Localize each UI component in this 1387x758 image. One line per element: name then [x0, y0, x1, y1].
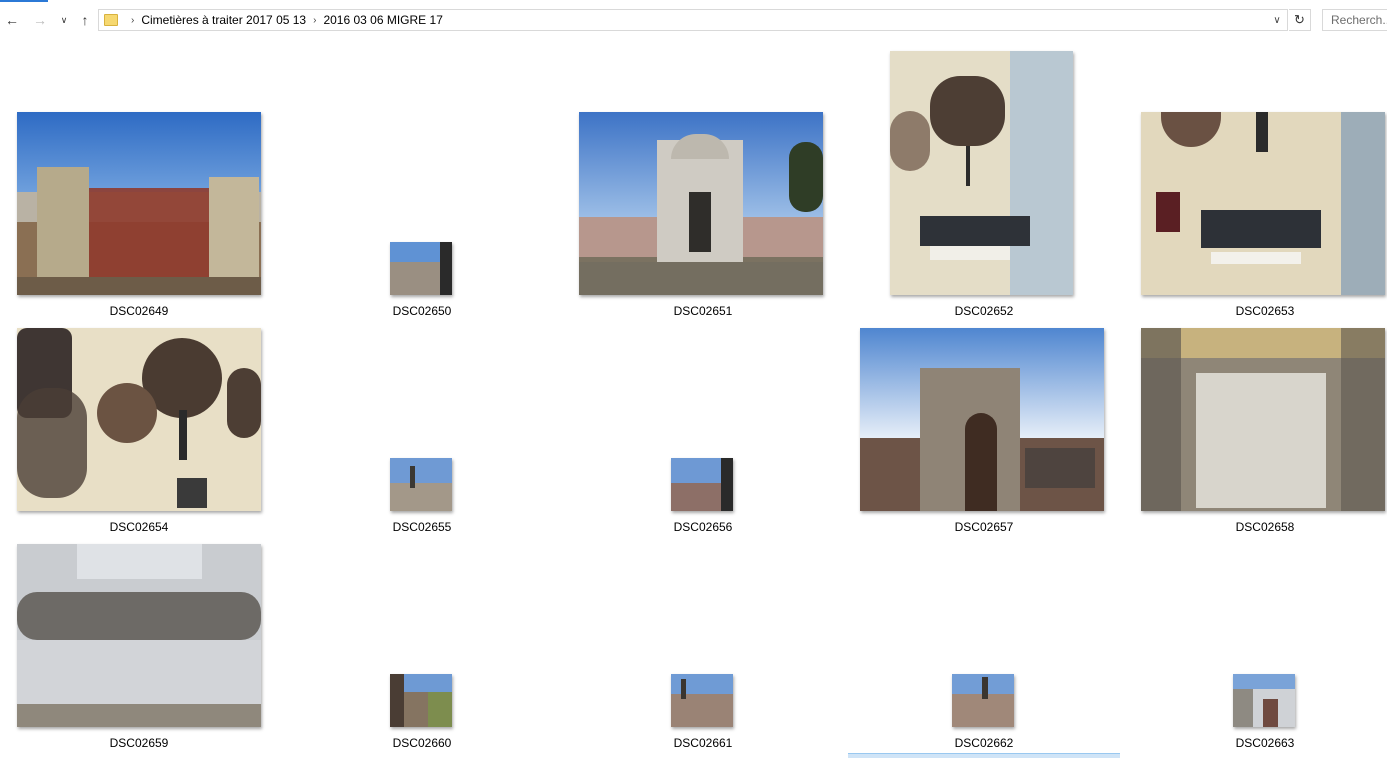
thumbnail	[952, 674, 1014, 727]
address-dropdown-icon[interactable]: ∨	[1269, 11, 1285, 29]
file-item[interactable]: DSC02654	[4, 256, 274, 534]
breadcrumb-parent[interactable]: Cimetières à traiter 2017 05 13	[141, 13, 306, 27]
file-item[interactable]: DSC02662	[849, 472, 1119, 750]
file-item[interactable]: DSC02655	[287, 256, 557, 534]
chevron-down-icon: ∨	[60, 14, 68, 25]
refresh-button[interactable]: ↻	[1289, 9, 1311, 31]
thumbnail	[671, 674, 733, 727]
thumbnail	[1233, 674, 1295, 727]
file-item[interactable]: DSC02656	[568, 256, 838, 534]
chevron-right-icon[interactable]: ›	[313, 15, 316, 26]
address-toolbar: ← → ∨ ↑ › Cimetières à traiter 2017 05 1…	[0, 0, 1387, 40]
file-name: DSC02659	[109, 736, 169, 750]
up-button[interactable]: ↑	[75, 10, 95, 30]
file-name: DSC02661	[673, 736, 733, 750]
file-item[interactable]: DSC02653	[1130, 40, 1387, 318]
file-item[interactable]: DSC02663	[1130, 472, 1387, 750]
back-button[interactable]: ←	[2, 10, 22, 30]
accent-strip	[0, 0, 48, 2]
file-item[interactable]: DSC02659	[4, 472, 274, 750]
arrow-right-icon: →	[33, 12, 47, 28]
search-input[interactable]: Recherch...	[1322, 9, 1387, 31]
file-item[interactable]: DSC02661	[568, 472, 838, 750]
file-name: DSC02663	[1235, 736, 1295, 750]
thumbnail	[390, 674, 452, 727]
file-item[interactable]: DSC02651	[568, 40, 838, 318]
folder-icon	[104, 14, 118, 26]
forward-button[interactable]: →	[30, 10, 50, 30]
file-name: DSC02662	[954, 736, 1014, 750]
arrow-left-icon: ←	[5, 12, 19, 28]
refresh-icon: ↻	[1294, 12, 1305, 27]
breadcrumb-current[interactable]: 2016 03 06 MIGRE 17	[323, 13, 442, 27]
file-item[interactable]: DSC02649	[4, 40, 274, 318]
thumbnail	[17, 544, 261, 727]
arrow-up-icon: ↑	[81, 12, 89, 28]
chevron-right-icon[interactable]: ›	[131, 15, 134, 26]
recent-locations-button[interactable]: ∨	[54, 10, 74, 30]
address-bar[interactable]: › Cimetières à traiter 2017 05 13 › 2016…	[98, 9, 1288, 31]
file-item[interactable]: DSC02660	[287, 472, 557, 750]
file-item[interactable]: DSC02650	[287, 40, 557, 318]
search-placeholder: Recherch...	[1331, 13, 1387, 27]
file-item[interactable]: DSC02657	[849, 256, 1119, 534]
file-name: DSC02660	[392, 736, 452, 750]
file-item[interactable]: DSC02658	[1130, 256, 1387, 534]
selection-highlight	[848, 753, 1120, 758]
file-item[interactable]: DSC02652	[849, 40, 1119, 318]
